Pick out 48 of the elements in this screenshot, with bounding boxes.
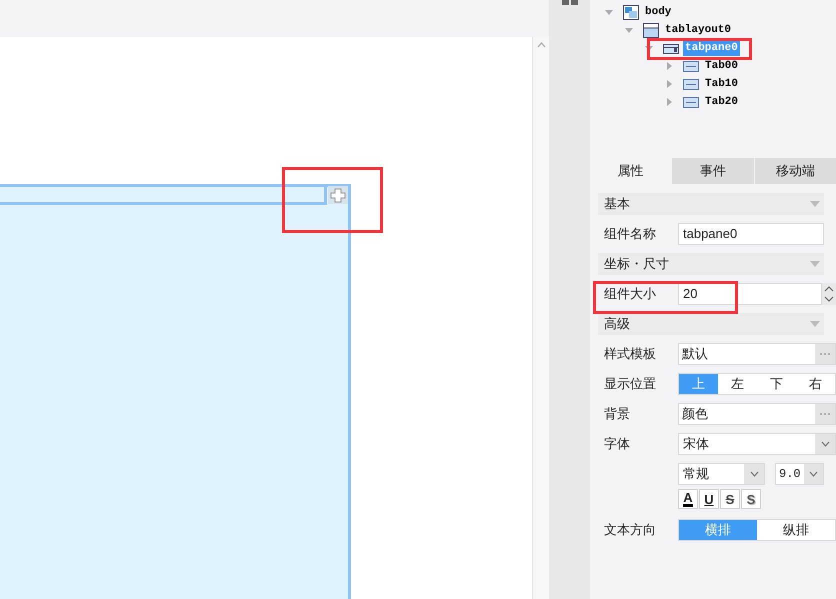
collapse-arrow-icon[interactable] xyxy=(604,7,614,17)
shadow-button[interactable]: S xyxy=(741,489,761,509)
add-icon[interactable] xyxy=(328,186,348,204)
field-label: 字体 xyxy=(603,435,631,453)
tab-icon xyxy=(683,94,699,110)
font-dropdown[interactable]: 宋体 xyxy=(678,433,836,455)
tree-item[interactable]: tablayout0 xyxy=(663,22,734,38)
collapse-icon[interactable] xyxy=(810,201,820,207)
text-field[interactable]: tabpane0 xyxy=(678,223,824,245)
field-label: 组件名称 xyxy=(603,225,657,244)
spinner-icon[interactable] xyxy=(822,283,836,305)
section-header[interactable]: 基本 xyxy=(598,193,824,215)
expand-arrow-icon[interactable] xyxy=(664,79,674,89)
strikethrough-button[interactable]: S xyxy=(720,489,740,509)
number-field[interactable]: 20 xyxy=(678,283,822,305)
layout-icon[interactable] xyxy=(562,0,578,6)
caret-icon xyxy=(750,471,758,477)
picker-field[interactable]: 颜色 xyxy=(678,403,836,425)
scrollbar[interactable] xyxy=(532,37,549,599)
tab-icon xyxy=(683,58,699,74)
tree-item[interactable]: body xyxy=(643,4,674,20)
style-dropdown[interactable]: 常规 xyxy=(678,463,765,485)
field-label: 文本方向 xyxy=(603,521,657,540)
caret-icon xyxy=(808,471,818,477)
expand-arrow-icon[interactable] xyxy=(664,61,674,71)
collapse-icon[interactable] xyxy=(810,321,820,327)
section-header[interactable]: 坐标・尺寸 xyxy=(598,253,824,275)
section-header[interactable]: 高级 xyxy=(598,313,824,335)
font-color-button[interactable]: A xyxy=(678,489,698,509)
field-label: 组件大小 xyxy=(603,285,657,304)
expand-arrow-icon[interactable] xyxy=(664,97,674,107)
tree-item[interactable]: Tab10 xyxy=(703,76,740,92)
picker-field[interactable]: 默认 xyxy=(678,343,836,365)
field-label: 显示位置 xyxy=(603,375,657,394)
page-icon xyxy=(623,4,639,20)
collapse-icon[interactable] xyxy=(810,261,820,267)
scroll-up-icon[interactable] xyxy=(537,42,546,48)
field-label: 样式模板 xyxy=(603,345,657,364)
panel-tab[interactable]: 属性 xyxy=(590,158,672,184)
field-label: 背景 xyxy=(603,405,631,424)
size-dropdown[interactable]: 9.0 xyxy=(775,463,824,485)
tree-item[interactable]: Tab00 xyxy=(703,58,740,74)
underline-button[interactable]: U xyxy=(699,489,719,509)
layout-icon xyxy=(643,22,659,38)
tree-item[interactable]: Tab20 xyxy=(703,94,740,110)
collapse-arrow-icon[interactable] xyxy=(624,25,634,35)
tab-icon xyxy=(683,76,699,92)
caret-icon xyxy=(820,441,830,447)
